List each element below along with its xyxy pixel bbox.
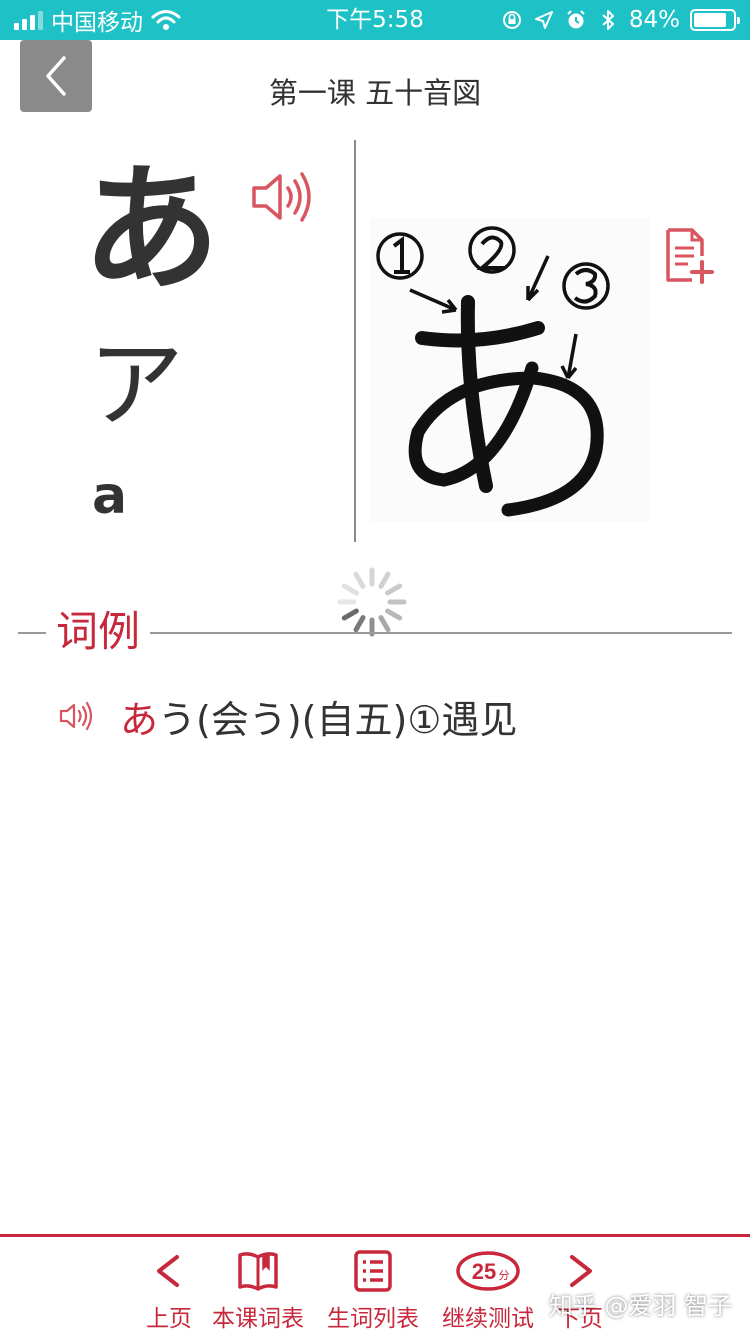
chevron-left-icon: [157, 1255, 179, 1287]
status-left: 中国移动: [14, 0, 181, 40]
example-item: あう(会う)(自五)①遇见: [58, 688, 517, 744]
kana-romaji: a: [92, 466, 128, 526]
carrier-name: 中国移动: [51, 10, 143, 36]
battery-icon: [690, 9, 740, 31]
kana-katakana: ア: [88, 329, 184, 441]
page-title: 第一课 五十音図: [268, 76, 482, 110]
stroke-order-image: [370, 218, 650, 522]
signal-icon: [14, 10, 43, 30]
new-words-button[interactable]: 生词列表: [327, 1249, 419, 1333]
orientation-lock-icon: [502, 11, 521, 29]
book-icon: [238, 1252, 278, 1291]
kana-hiragana: あ: [82, 149, 221, 310]
alarm-icon: [567, 10, 585, 29]
speaker-icon[interactable]: [248, 168, 318, 226]
battery-fill: [694, 13, 726, 27]
location-icon: [534, 11, 553, 29]
status-bar: 中国移动 下午5:58 84%: [0, 0, 750, 40]
note-add-icon[interactable]: [662, 226, 714, 286]
example-highlight: あ: [120, 697, 159, 742]
loading-spinner-icon: [337, 567, 407, 637]
example-text: あう(会う)(自五)①遇见: [120, 689, 517, 744]
prev-page-button[interactable]: 上页: [146, 1249, 192, 1333]
speaker-icon[interactable]: [58, 701, 96, 731]
examples-title: 词例: [46, 604, 151, 660]
lesson-words-label: 本课词表: [212, 1306, 304, 1332]
score-badge-icon: 25 分: [456, 1251, 520, 1291]
panel-divider: [354, 140, 356, 542]
new-words-label: 生词列表: [327, 1306, 419, 1332]
status-right: 84%: [501, 0, 740, 40]
continue-test-label: 继续测试: [442, 1306, 534, 1332]
battery-percent: 84%: [628, 7, 680, 33]
bluetooth-icon: [602, 10, 614, 30]
test-score-unit: 分: [499, 1269, 510, 1282]
watermark: 知乎 @爱羽 智子: [548, 1292, 732, 1320]
test-score: 25: [472, 1259, 496, 1284]
prev-page-label: 上页: [146, 1306, 192, 1332]
example-rest: う(会う)(自五)①遇见: [158, 697, 518, 742]
wifi-icon: [151, 10, 181, 30]
lesson-words-button[interactable]: 本课词表: [212, 1249, 304, 1333]
continue-test-button[interactable]: 25 分 继续测试: [442, 1249, 534, 1333]
list-icon: [354, 1250, 392, 1292]
